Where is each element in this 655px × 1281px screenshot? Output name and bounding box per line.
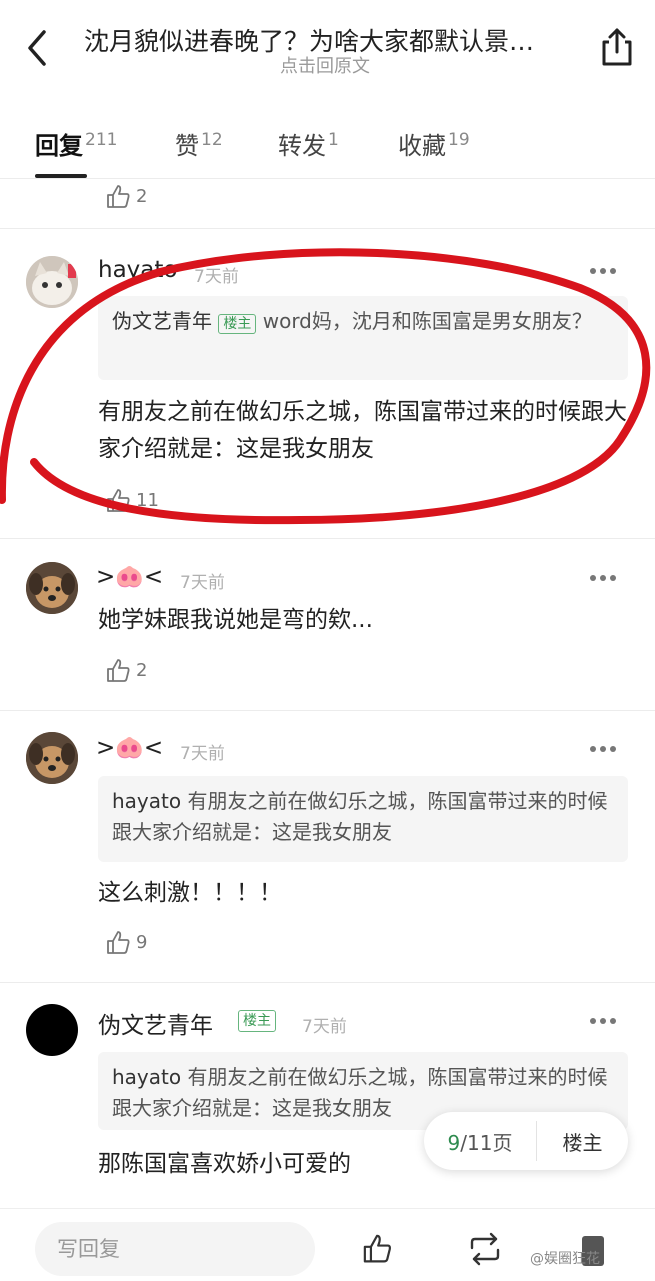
- watermark: @娱圈狂花: [530, 1251, 600, 1267]
- page-indicator[interactable]: 9/11页: [424, 1127, 536, 1156]
- quoted-comment[interactable]: 伪文艺青年 楼主 word妈，沈月和陈国富是男女朋友？: [98, 296, 628, 380]
- back-arrow-icon[interactable]: [22, 28, 56, 68]
- comment-text: 这么刺激！！！！: [98, 880, 282, 906]
- avatar[interactable]: [26, 562, 78, 614]
- avatar[interactable]: [26, 256, 78, 308]
- comment-time: 7天前: [302, 1017, 347, 1037]
- thumbs-up-icon: [107, 659, 130, 682]
- thumbs-up-icon: [107, 185, 130, 208]
- thumbs-up-icon: [107, 931, 130, 954]
- divider: [0, 710, 655, 711]
- username[interactable]: hayato: [98, 257, 177, 283]
- comment-text: 她学妹跟我说她是弯的欸...: [98, 607, 373, 633]
- op-only-button[interactable]: 楼主: [537, 1127, 628, 1156]
- like-count: 2: [136, 185, 148, 207]
- op-badge: 楼主: [218, 314, 257, 334]
- like-button[interactable]: 2: [104, 182, 147, 210]
- reply-input[interactable]: 写回复: [35, 1222, 315, 1276]
- repost-icon[interactable]: [466, 1232, 504, 1266]
- op-badge: 楼主: [238, 1010, 276, 1032]
- comment-time: 7天前: [194, 267, 239, 287]
- divider: [0, 178, 655, 179]
- divider: [0, 538, 655, 539]
- share-icon[interactable]: [598, 26, 636, 68]
- thumbs-up-icon[interactable]: [360, 1230, 394, 1266]
- tab-reposts[interactable]: 转发 1: [278, 126, 339, 161]
- comment-time: 7天前: [180, 744, 225, 764]
- more-options-icon[interactable]: [588, 744, 618, 754]
- like-count: 9: [136, 931, 148, 953]
- quoted-comment[interactable]: hayato 有朋友之前在做幻乐之城，陈国富带过来的时候跟大家介绍就是：这是我女…: [98, 776, 628, 862]
- username[interactable]: >🐽<: [96, 734, 163, 761]
- avatar[interactable]: [26, 732, 78, 784]
- more-options-icon[interactable]: [588, 266, 618, 276]
- like-button[interactable]: 9: [104, 928, 147, 956]
- quoted-text: word妈，沈月和陈国富是男女朋友？: [262, 309, 592, 333]
- back-to-original-link[interactable]: 点击回原文: [280, 52, 370, 78]
- like-count: 2: [136, 659, 148, 681]
- quoted-username: hayato: [112, 789, 182, 813]
- comment-time: 7天前: [180, 573, 225, 593]
- divider: [0, 228, 655, 229]
- like-count: 11: [136, 489, 159, 511]
- thumbs-up-icon: [107, 489, 130, 512]
- divider: [0, 982, 655, 983]
- like-button[interactable]: 11: [104, 486, 159, 514]
- page-navigator[interactable]: 9/11页 楼主: [424, 1112, 628, 1170]
- more-options-icon[interactable]: [588, 573, 618, 583]
- quoted-username: hayato: [112, 1065, 182, 1089]
- dog-avatar-icon: [26, 562, 78, 614]
- comment-text: 有朋友之前在做幻乐之城，陈国富带过来的时候跟大家介绍就是：这是我女朋友: [98, 399, 627, 462]
- avatar[interactable]: [26, 1004, 78, 1056]
- more-options-icon[interactable]: [588, 1016, 618, 1026]
- username[interactable]: >🐽<: [96, 563, 163, 590]
- tab-replies[interactable]: 回复 211: [35, 126, 117, 161]
- quoted-username: 伪文艺青年: [112, 309, 212, 333]
- quoted-text: 有朋友之前在做幻乐之城，陈国富带过来的时候跟大家介绍就是：这是我女朋友: [112, 789, 608, 844]
- dog-avatar-icon: [26, 732, 78, 784]
- tab-favorites[interactable]: 收藏 19: [398, 126, 470, 161]
- tab-likes[interactable]: 赞 12: [175, 126, 223, 161]
- like-button[interactable]: 2: [104, 656, 147, 684]
- cat-avatar-icon: [26, 256, 78, 308]
- username[interactable]: 伪文艺青年: [98, 1006, 213, 1040]
